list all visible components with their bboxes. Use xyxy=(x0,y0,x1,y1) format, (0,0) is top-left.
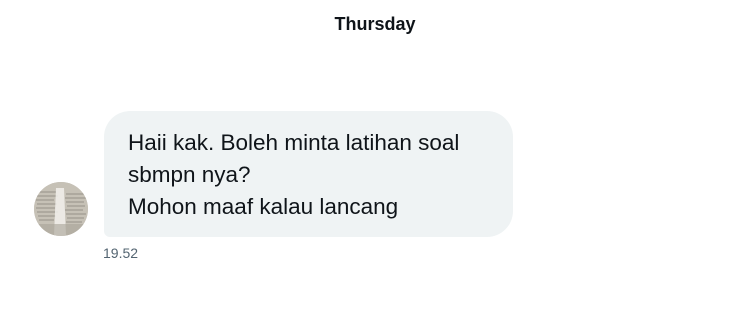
avatar-photo-icon xyxy=(34,182,88,236)
message-timestamp: 19.52 xyxy=(103,245,139,261)
message-text-line: Mohon maaf kalau lancang xyxy=(128,194,399,219)
message-row: Haii kak. Boleh minta latihan soal sbmpn… xyxy=(0,0,750,333)
message-bubble[interactable]: Haii kak. Boleh minta latihan soal sbmpn… xyxy=(104,111,513,237)
avatar[interactable] xyxy=(34,182,88,236)
message-text-line: sbmpn nya? xyxy=(128,162,251,187)
message-text-line: Haii kak. Boleh minta latihan soal xyxy=(128,130,460,155)
